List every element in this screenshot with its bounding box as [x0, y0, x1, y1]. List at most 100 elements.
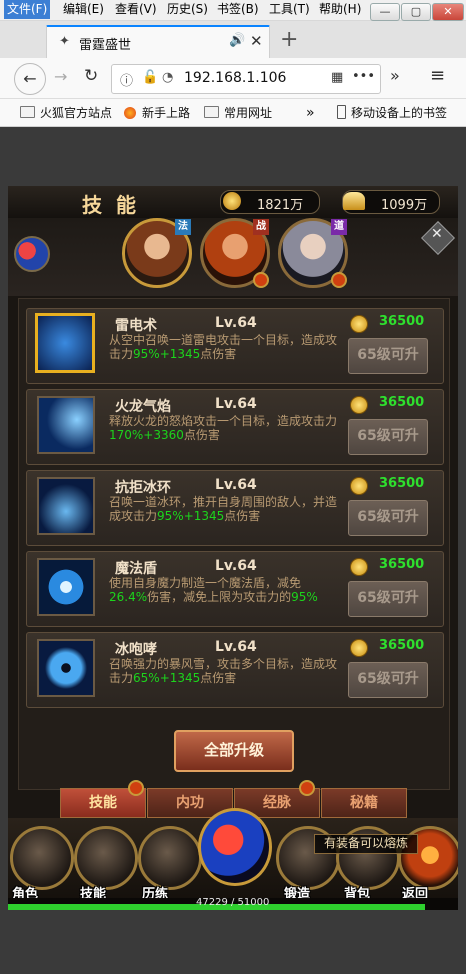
- tab-title: 雷霆盛世: [79, 38, 132, 53]
- skill-name: 火龙气焰: [115, 399, 171, 415]
- lightning-skill-icon[interactable]: [35, 313, 95, 373]
- bookmark-mobile[interactable]: 移动设备上的书签: [337, 104, 447, 122]
- upgrade-button[interactable]: 65级可升: [348, 581, 428, 617]
- training-button[interactable]: [138, 826, 202, 890]
- skill-level: Lv.64: [215, 639, 257, 655]
- desc-highlight: 170%+3360: [109, 428, 184, 442]
- skill-row[interactable]: 抗拒冰环 Lv.64 召唤一道冰环，推开自身周围的敌人，并造成攻击力95%+13…: [26, 470, 444, 546]
- ice-ring-skill-icon[interactable]: [37, 477, 95, 535]
- close-x-icon[interactable]: ✕: [431, 226, 443, 242]
- menu-history[interactable]: 历史(S): [164, 0, 211, 19]
- skill-cost: 36500: [379, 638, 425, 653]
- desc-text: 点伤害: [200, 347, 237, 361]
- game-canvas: 技能 1821万 1099万 ✕ 法 战 道 雷电术 Lv.64 从空中召唤一道…: [8, 186, 458, 910]
- skill-name: 雷电术: [115, 318, 157, 334]
- tab-favicon-icon: ✦: [59, 34, 70, 49]
- currency2-box: 1099万: [342, 190, 440, 214]
- skill-row[interactable]: 火龙气焰 Lv.64 释放火龙的怒焰攻击一个目标，造成攻击力170%+3360点…: [26, 389, 444, 465]
- skill-level: Lv.64: [215, 315, 257, 331]
- skill-name: 冰咆哮: [115, 642, 157, 658]
- skill-row[interactable]: 冰咆哮 Lv.64 召唤强力的暴风雪，攻击多个目标，造成攻击力65%+1345点…: [26, 632, 444, 708]
- element-orb-icon[interactable]: [14, 236, 50, 272]
- upgrade-all-button[interactable]: 全部升级: [174, 730, 294, 772]
- menu-bookmarks[interactable]: 书签(B): [214, 0, 262, 19]
- speaker-icon[interactable]: 🔊: [229, 33, 245, 48]
- coin-icon: [350, 477, 368, 495]
- skill-cost: 36500: [379, 557, 425, 572]
- upgrade-button[interactable]: 65级可升: [348, 662, 428, 698]
- skill-name: 魔法盾: [115, 561, 157, 577]
- toolbar-overflow-button[interactable]: »: [390, 66, 400, 85]
- taoist-alert-icon: [331, 272, 347, 288]
- tab-active[interactable]: ✦ 雷霆盛世 🔊 ✕: [46, 25, 270, 60]
- app-menu-button[interactable]: ≡: [430, 65, 445, 86]
- mobile-icon: [337, 105, 346, 119]
- bookmark-getting-started[interactable]: 新手上路: [124, 104, 190, 122]
- center-orb-button[interactable]: [198, 808, 272, 886]
- upgrade-button[interactable]: 65级可升: [348, 338, 428, 374]
- tab-secret-books[interactable]: 秘籍: [321, 788, 407, 818]
- url-text[interactable]: 192.168.1.106: [184, 70, 286, 86]
- skill-level: Lv.64: [215, 477, 257, 493]
- info-icon[interactable]: ⓘ: [120, 70, 133, 89]
- warrior-alert-icon: [253, 272, 269, 288]
- magic-shield-skill-icon[interactable]: [37, 558, 95, 616]
- coin-icon: [350, 315, 368, 333]
- bookmarks-overflow-button[interactable]: »: [306, 104, 315, 122]
- firefox-icon: [124, 107, 136, 119]
- desc-text: 伤害，减免上限为攻击力的: [147, 590, 292, 604]
- desc-highlight: 65%+1345: [133, 671, 201, 685]
- skill-level: Lv.64: [215, 558, 257, 574]
- bookmark-common-sites[interactable]: 常用网址: [204, 104, 272, 122]
- bookmark-label: 火狐官方站点: [40, 106, 113, 120]
- badge-warrior: 战: [253, 219, 269, 235]
- badge-mage: 法: [175, 219, 191, 235]
- exp-text: 47229 / 51000: [196, 897, 270, 908]
- close-window-button[interactable]: ✕: [432, 3, 464, 21]
- skill-row[interactable]: 魔法盾 Lv.64 使用自身魔力制造一个魔法盾，减免26.4%伤害，减免上限为攻…: [26, 551, 444, 627]
- tab-close-icon[interactable]: ✕: [250, 32, 263, 50]
- fire-dragon-skill-icon[interactable]: [37, 396, 95, 454]
- tracking-icon[interactable]: ◔: [162, 70, 173, 85]
- menu-tools[interactable]: 工具(T): [266, 0, 313, 19]
- bookmark-label: 移动设备上的书签: [351, 106, 448, 120]
- smelt-tooltip: 有装备可以熔炼: [314, 834, 418, 854]
- bookmark-firefox-site[interactable]: 火狐官方站点: [20, 104, 112, 122]
- desc-text: 使用自身魔力制造一个魔法盾，减免: [109, 576, 302, 590]
- desc-highlight: 95%: [291, 590, 318, 604]
- skill-name: 抗拒冰环: [115, 480, 171, 496]
- badge-taoist: 道: [331, 219, 347, 235]
- currency1-value: 1821万: [257, 198, 304, 213]
- ice-storm-skill-icon[interactable]: [37, 639, 95, 697]
- skill-row[interactable]: 雷电术 Lv.64 从空中召唤一道雷电攻击一个目标，造成攻击力95%+1345点…: [26, 308, 444, 384]
- skill-description: 从空中召唤一道雷电攻击一个目标，造成攻击力95%+1345点伤害: [109, 333, 339, 361]
- gold-coin-icon: [223, 192, 241, 210]
- menu-view[interactable]: 查看(V): [112, 0, 160, 19]
- tab-alert-icon: [299, 780, 315, 796]
- page-actions-button[interactable]: •••: [352, 69, 375, 84]
- maximize-button[interactable]: ▢: [401, 3, 431, 21]
- minimize-button[interactable]: —: [370, 3, 400, 21]
- skill-description: 使用自身魔力制造一个魔法盾，减免26.4%伤害，减免上限为攻击力的95%: [109, 576, 339, 604]
- currency2-value: 1099万: [381, 198, 428, 213]
- menu-edit[interactable]: 编辑(E): [60, 0, 107, 19]
- upgrade-button[interactable]: 65级可升: [348, 419, 428, 455]
- skills-nav-button[interactable]: [74, 826, 138, 890]
- coin-icon: [350, 639, 368, 657]
- new-tab-button[interactable]: +: [280, 27, 298, 52]
- skill-description: 释放火龙的怒焰攻击一个目标，造成攻击力170%+3360点伤害: [109, 414, 339, 442]
- currency1-box: 1821万: [220, 190, 320, 214]
- insecure-lock-icon[interactable]: 🔓: [142, 70, 158, 85]
- upgrade-button[interactable]: 65级可升: [348, 500, 428, 536]
- forward-button[interactable]: →: [54, 67, 67, 86]
- skill-cost: 36500: [379, 395, 425, 410]
- ingot-icon: [343, 192, 365, 210]
- qr-icon[interactable]: ▦: [331, 70, 343, 85]
- menu-file[interactable]: 文件(F): [4, 0, 51, 19]
- menu-help[interactable]: 帮助(H): [316, 0, 364, 19]
- reload-button[interactable]: ↻: [84, 66, 98, 86]
- url-bar[interactable]: ⓘ 🔓 ◔ 192.168.1.106 ▦ •••: [111, 64, 381, 94]
- character-button[interactable]: [10, 826, 74, 890]
- bookmark-label: 新手上路: [142, 106, 191, 120]
- back-button[interactable]: ←: [14, 63, 46, 95]
